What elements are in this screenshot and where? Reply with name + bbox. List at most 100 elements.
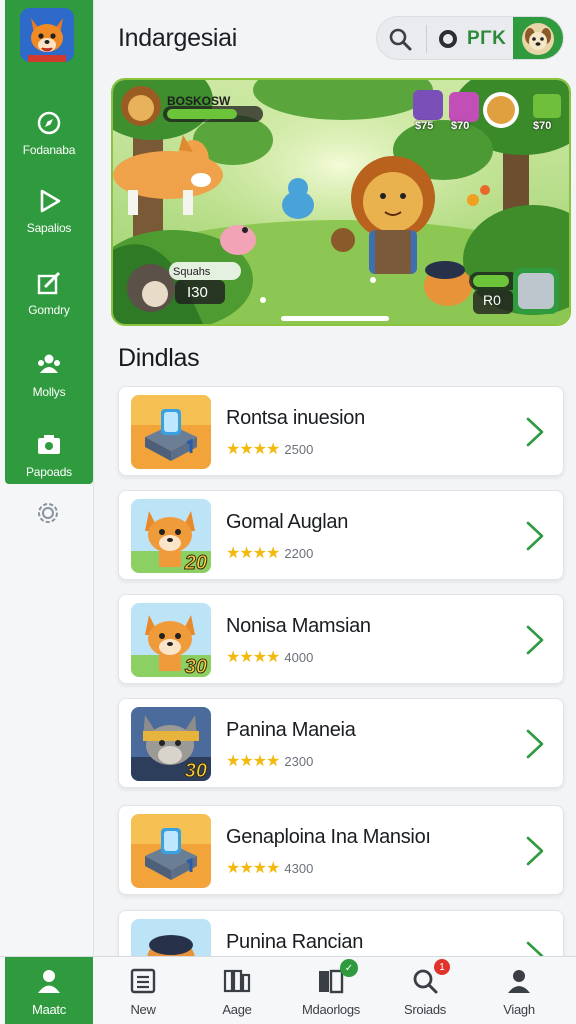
game-rating: ★★★★ 2300 — [226, 751, 313, 771]
app-logo[interactable] — [20, 8, 74, 62]
gear-icon[interactable] — [33, 498, 63, 528]
star-rating-icon: ★★★★ — [226, 545, 280, 562]
people-icon — [38, 354, 60, 373]
player-score: I30 — [187, 284, 208, 301]
avatar[interactable] — [513, 17, 563, 59]
sidebar-item-label: Mollys — [32, 385, 66, 399]
thumb-badge: 30 — [185, 656, 207, 677]
bottom-nav-maatc[interactable]: Maatc — [5, 957, 93, 1024]
game-card[interactable]: Rontsa inuesion ★★★★ 2500 — [118, 386, 564, 476]
rating-count: 2500 — [284, 441, 314, 457]
bottom-nav-new[interactable]: New — [100, 957, 186, 1024]
game-thumbnail — [131, 814, 211, 888]
game-thumbnail: 30 — [131, 707, 211, 781]
rating-count: 4300 — [284, 860, 314, 876]
game-card[interactable]: 30 Panina Maneia ★★★★ 2300 — [118, 698, 564, 788]
sidebar: Fodanaba Sapalios Gomdry Mollys Papoads — [0, 0, 94, 956]
chevron-right-icon[interactable] — [523, 623, 547, 657]
game-title: Rontsa inuesion — [226, 407, 365, 429]
bottom-nav-label: Viagh — [503, 1001, 535, 1017]
section-title: Dindlas — [118, 344, 200, 372]
person-icon — [38, 969, 60, 993]
bottom-nav-aage[interactable]: Aage — [194, 957, 280, 1024]
bottom-nav-viagh[interactable]: Viagh — [476, 957, 562, 1024]
item-price: $70 — [533, 120, 552, 132]
sidebar-item-mollys[interactable]: Mollys — [5, 340, 93, 410]
item-price: $75 — [415, 120, 434, 132]
game-title: Punina Rancian — [226, 931, 364, 953]
fox-logo-icon — [20, 8, 74, 62]
chevron-right-icon[interactable] — [523, 519, 547, 553]
record-icon — [439, 30, 457, 48]
game-title: Panina Maneia — [226, 719, 356, 741]
enemy-score: R0 — [483, 292, 501, 308]
item-price: $70 — [451, 120, 470, 132]
cube-thumb-icon — [131, 395, 211, 469]
camera-icon — [38, 435, 60, 454]
dog-avatar-icon — [522, 23, 554, 55]
featured-game-banner[interactable]: BOSKOSW $75 $70 $70 Squahs I30 R0 — [111, 78, 571, 326]
edit-icon — [37, 271, 61, 295]
game-rating: ★★★★ 2500 — [226, 439, 313, 459]
sidebar-item-label: Gomdry — [28, 303, 70, 317]
wolf-thumb-icon: 30 — [131, 707, 211, 781]
game-title: Gomal Auglan — [226, 511, 349, 533]
thumb-badge: 30 — [185, 760, 207, 781]
check-badge: ✓ — [340, 959, 358, 977]
compass-icon — [37, 111, 61, 135]
bottom-nav: Maatc New Aage ✓ Mdaorlogs 1 Sroiads Via… — [0, 956, 576, 1024]
game-card[interactable]: Genaploina Ina Mansioı ★★★★ 4300 — [118, 805, 564, 895]
bottom-nav-label: New — [130, 1001, 156, 1017]
sidebar-item-fodanaba[interactable]: Fodanaba — [5, 98, 93, 168]
sidebar-item-label: Sapalios — [26, 221, 72, 235]
sidebar-item-papoads[interactable]: Papoads — [5, 420, 93, 490]
bottom-nav-mdaorlogs[interactable]: ✓ Mdaorlogs — [288, 957, 374, 1024]
game-title: Genaploina Ina Mansioı — [226, 826, 431, 848]
star-rating-icon: ★★★★ — [226, 441, 280, 458]
search-icon[interactable] — [387, 26, 413, 52]
chevron-right-icon[interactable] — [523, 727, 547, 761]
bottom-nav-label: Aage — [222, 1001, 252, 1017]
page-title: Indargesiai — [118, 24, 238, 52]
player-name: Squahs — [173, 266, 211, 278]
game-thumbnail: 20 — [131, 499, 211, 573]
sidebar-item-label: Papoads — [26, 465, 72, 479]
rating-count: 4000 — [284, 649, 314, 665]
sidebar-item-label: Fodanaba — [22, 143, 76, 157]
bottom-nav-label: Maatc — [32, 1001, 66, 1017]
game-rating: ★★★★ 2200 — [226, 543, 313, 563]
sidebar-item-sapalios[interactable]: Sapalios — [5, 176, 93, 246]
bottom-nav-sroiads[interactable]: 1 Sroiads — [382, 957, 468, 1024]
game-card[interactable]: 20 Gomal Auglan ★★★★ 2200 — [118, 490, 564, 580]
game-rating: ★★★★ 4000 — [226, 647, 313, 667]
list-icon — [130, 968, 156, 993]
sidebar-item-gomdry[interactable]: Gomdry — [5, 258, 93, 328]
profile-icon — [508, 969, 530, 993]
boss-label: BOSKOSW — [167, 94, 231, 108]
game-scene-illustration — [113, 80, 569, 324]
prk-label: PΓK — [467, 28, 507, 49]
fox-thumb-icon: 20 — [131, 499, 211, 573]
game-thumbnail: 30 — [131, 603, 211, 677]
apps-icon — [223, 969, 251, 992]
notification-badge: 1 — [434, 959, 450, 975]
star-rating-icon: ★★★★ — [226, 860, 280, 877]
thumb-badge: 20 — [184, 552, 207, 573]
game-rating: ★★★★ 4300 — [226, 858, 313, 878]
fox-thumb-icon: 30 — [131, 603, 211, 677]
game-thumbnail — [131, 395, 211, 469]
game-title: Nonisa Mamsian — [226, 615, 371, 637]
play-icon — [40, 189, 61, 213]
bottom-nav-label: Sroiads — [404, 1001, 446, 1017]
chevron-right-icon[interactable] — [523, 415, 547, 449]
header-toolbar: PΓK — [376, 16, 564, 60]
chevron-right-icon[interactable] — [523, 834, 547, 868]
bottom-nav-label: Mdaorlogs — [302, 1001, 360, 1017]
game-card[interactable]: 30 Nonisa Mamsian ★★★★ 4000 — [118, 594, 564, 684]
prk-button[interactable]: PΓK — [439, 27, 506, 51]
star-rating-icon: ★★★★ — [226, 753, 280, 770]
rating-count: 2300 — [284, 753, 314, 769]
toolbar-divider — [426, 25, 427, 53]
star-rating-icon: ★★★★ — [226, 649, 280, 666]
rating-count: 2200 — [284, 545, 314, 561]
